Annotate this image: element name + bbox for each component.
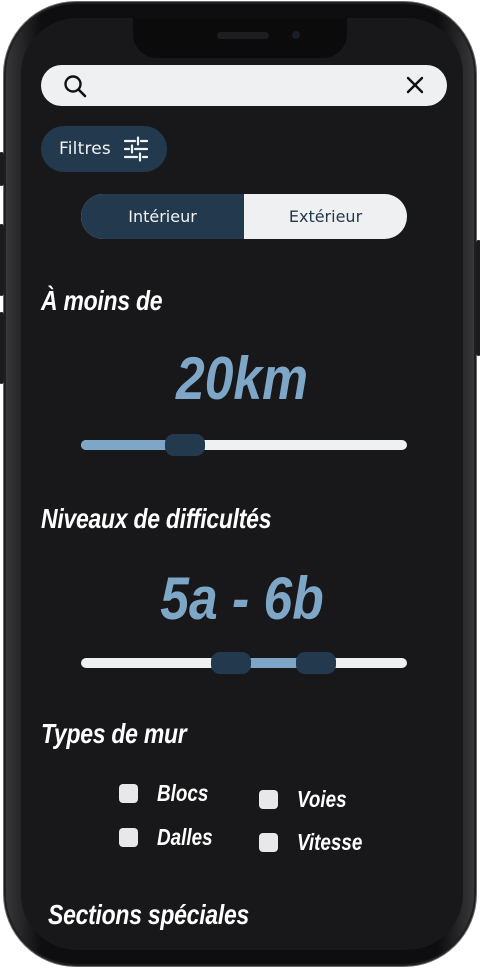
filters-label: Filtres	[59, 139, 111, 159]
slider-thumb-low[interactable]	[210, 652, 251, 674]
difficulty-range: 5a - 6b	[160, 565, 324, 632]
checkbox[interactable]	[259, 833, 278, 852]
close-icon[interactable]	[405, 75, 425, 99]
slider-thumb[interactable]	[165, 434, 206, 456]
difficulty-range-slider[interactable]	[81, 652, 407, 674]
wall-type-option[interactable]: Blocs	[119, 780, 220, 807]
notch	[133, 18, 347, 58]
difficulty-heading: Niveaux de difficultés	[41, 503, 272, 534]
special-sections-heading: Sections spéciales	[48, 899, 250, 930]
search-bar[interactable]	[41, 65, 447, 106]
distance-value: 20km	[176, 345, 308, 412]
checkbox[interactable]	[259, 790, 278, 809]
distance-slider[interactable]	[81, 434, 407, 456]
toggle-exterieur[interactable]: Extérieur	[244, 194, 407, 239]
checkbox-label: Blocs	[157, 780, 209, 806]
toggle-interieur[interactable]: Intérieur	[81, 194, 244, 239]
speaker-grille	[217, 32, 269, 39]
checkbox-label: Vitesse	[297, 829, 363, 855]
location-toggle: Intérieur Extérieur	[81, 194, 407, 239]
mute-switch	[0, 152, 4, 186]
power-button	[476, 240, 480, 356]
wall-type-option[interactable]: Vitesse	[259, 829, 377, 856]
phone-frame: Filtres Intérieur Extérieur À moins de 2…	[0, 2, 480, 966]
front-camera	[289, 28, 303, 42]
checkbox-label: Dalles	[157, 824, 213, 850]
volume-up-button	[0, 224, 4, 296]
wall-type-option[interactable]: Voies	[259, 786, 358, 813]
wall-types-heading: Types de mur	[41, 718, 187, 749]
sliders-icon	[123, 136, 149, 166]
app-screen: Filtres Intérieur Extérieur À moins de 2…	[21, 18, 463, 950]
slider-thumb-high[interactable]	[295, 652, 336, 674]
checkbox[interactable]	[119, 828, 138, 847]
volume-down-button	[0, 312, 4, 384]
checkbox-label: Voies	[297, 786, 347, 812]
search-icon[interactable]	[63, 74, 87, 102]
distance-heading: À moins de	[41, 285, 163, 316]
checkbox[interactable]	[119, 784, 138, 803]
wall-type-option[interactable]: Dalles	[119, 824, 225, 851]
filters-button[interactable]: Filtres	[41, 126, 167, 172]
